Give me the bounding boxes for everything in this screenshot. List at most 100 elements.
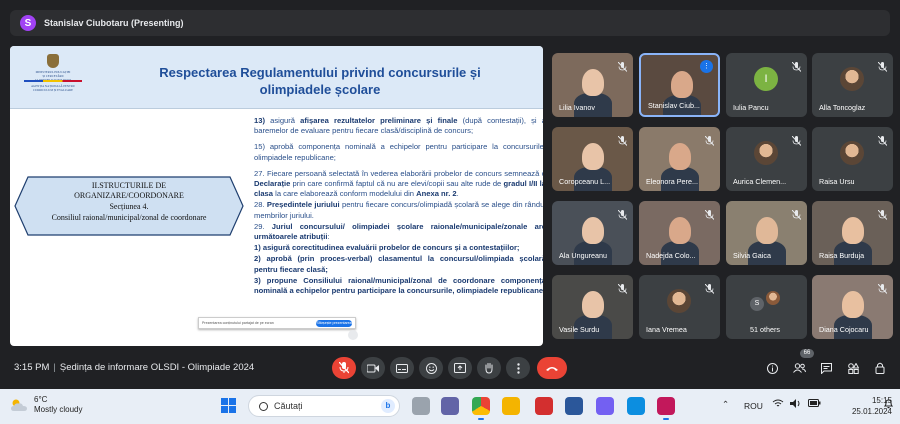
participant-tile[interactable]: Aurica Clemen... [726, 127, 807, 191]
people-button[interactable] [791, 360, 807, 376]
participant-tile[interactable]: Eleonora Pere... [639, 127, 720, 191]
shared-slide: MINISTERUL EDUCAȚIEI ȘI CERCETĂRII AL RE… [10, 46, 543, 346]
mic-off-icon [791, 207, 802, 220]
reactions-button[interactable] [419, 357, 443, 379]
participant-name: Iulia Pancu [733, 103, 769, 112]
meeting-title: Ședința de informare OLSDI - Olimpiade 2… [59, 362, 255, 373]
cloud-sun-icon [11, 399, 27, 411]
leave-call-button[interactable] [537, 357, 567, 379]
mic-off-icon [877, 133, 888, 146]
captions-icon [396, 363, 408, 373]
participant-tile[interactable]: Lilia Ivanov [552, 53, 633, 117]
viber-icon[interactable] [596, 397, 614, 415]
windows-start-icon[interactable] [221, 398, 237, 414]
search-placeholder: Căutați [274, 401, 303, 411]
participant-tile[interactable]: Coropceanu L... [552, 127, 633, 191]
weather-temp: 6°C [34, 395, 48, 404]
participant-video [669, 143, 691, 170]
participant-tile[interactable]: Stanislav Ciub... ⋮ [639, 53, 720, 117]
participant-name: Alla Toncoglaz [819, 103, 866, 112]
section-box-line: Secțiunea 4. [109, 202, 149, 211]
more-options-button[interactable] [506, 357, 530, 379]
participant-tile[interactable]: Diana Cojocaru [812, 275, 893, 339]
end-call-icon [546, 366, 558, 371]
stop-presenting-button[interactable]: Sfârșește prezentarea [316, 320, 352, 327]
mic-off-icon [704, 133, 715, 146]
present-screen-icon [454, 363, 466, 373]
taskbar-clock[interactable]: 15:15 25.01.2024 [832, 395, 892, 417]
paragraph-29-1: 1) asigură corectitudinea evaluării prob… [254, 243, 520, 253]
camera-toggle-button[interactable] [361, 357, 385, 379]
participant-tile[interactable]: Vasile Surdu [552, 275, 633, 339]
edge-icon[interactable] [627, 397, 645, 415]
clock-date: 25.01.2024 [851, 407, 892, 416]
word-icon[interactable] [565, 397, 583, 415]
teams-chat-icon[interactable] [441, 397, 459, 415]
mic-off-icon [877, 281, 888, 294]
taskbar-search-box[interactable]: Căutați b [248, 395, 400, 417]
participant-tile[interactable]: Raisa Burduja [812, 201, 893, 265]
participant-tile[interactable]: Nadejda Colo... [639, 201, 720, 265]
mic-off-icon [877, 59, 888, 72]
participant-name: Aurica Clemen... [733, 177, 787, 186]
participant-name: Vasile Surdu [559, 325, 600, 334]
present-now-button[interactable] [448, 357, 472, 379]
battery-icon[interactable] [808, 399, 821, 409]
participant-tile[interactable]: Silvia Gaica [726, 201, 807, 265]
participant-avatar [667, 289, 691, 313]
language-indicator[interactable]: ROU [744, 401, 763, 411]
mic-off-icon [617, 133, 628, 146]
flag-stripe [24, 80, 82, 82]
participant-tile[interactable]: S 51 others [726, 275, 807, 339]
participant-tile[interactable]: Ala Ungureanu [552, 201, 633, 265]
cursor-chip [348, 330, 358, 340]
show-hidden-icons-chevron-icon[interactable]: ⌃ [722, 399, 729, 410]
paragraph-29-3: 3) propune Consiliului raional/municipal… [254, 275, 543, 296]
participant-name: Raisa Burduja [819, 251, 865, 260]
task-view-icon[interactable] [412, 397, 430, 415]
participant-tile[interactable]: I Iulia Pancu [726, 53, 807, 117]
speaking-indicator-icon: ⋮ [700, 60, 713, 73]
chrome-icon[interactable] [472, 397, 490, 420]
chat-icon [820, 362, 832, 374]
paragraph-29: 29. Juriul concursului/ olimpiadei școla… [254, 221, 543, 242]
section-box-line: ORGANIZARE/COORDONARE [74, 191, 184, 200]
volume-icon[interactable] [790, 399, 802, 410]
participant-tile[interactable]: Raisa Ursu [812, 127, 893, 191]
notifications-bell-icon[interactable] [883, 399, 894, 411]
slide-title-line: olimpiadele școlare [259, 82, 381, 97]
mic-off-icon [791, 59, 802, 72]
participant-tile[interactable]: Iana Vremea [639, 275, 720, 339]
paragraph-13: 13) asigură afișarea rezultatelor prelim… [254, 116, 543, 136]
activities-button[interactable] [845, 360, 861, 376]
chat-button[interactable] [818, 360, 834, 376]
paragraph-27: 27. Fiecare persoană selectată în vedere… [254, 168, 543, 199]
raise-hand-button[interactable] [477, 357, 501, 379]
mic-off-icon [704, 281, 715, 294]
participant-name: 51 others [750, 325, 780, 334]
participant-video [669, 217, 691, 244]
bing-icon: b [381, 399, 395, 413]
participant-avatar [840, 67, 864, 91]
shapes-icon [847, 362, 859, 374]
participant-name: Nadejda Colo... [646, 251, 696, 260]
wifi-icon[interactable] [772, 399, 784, 410]
acrobat-icon[interactable] [535, 397, 553, 415]
mic-off-icon [617, 59, 628, 72]
host-controls-button[interactable] [872, 360, 888, 376]
logo-line: CURRICULUM ȘI EVALUARE [33, 88, 73, 92]
meeting-details-button[interactable] [764, 360, 780, 376]
participant-tile[interactable]: Alla Toncoglaz [812, 53, 893, 117]
snipping-tool-icon[interactable] [657, 397, 675, 420]
screen: S Stanislav Ciubotaru (Presenting) MINIS… [0, 0, 900, 424]
others-avatar: S [750, 297, 764, 311]
weather-widget[interactable]: 6°C Mostly cloudy [10, 395, 82, 415]
section-box-line: II.STRUCTURILE DE [91, 181, 167, 190]
captions-button[interactable] [390, 357, 414, 379]
file-explorer-icon[interactable] [502, 397, 520, 415]
mic-off-icon [339, 362, 349, 374]
search-icon [259, 401, 268, 411]
mic-toggle-button[interactable] [332, 357, 356, 379]
ministry-logo: MINISTERUL EDUCAȚIEI ȘI CERCETĂRII AL RE… [18, 54, 88, 100]
paragraph-29-2: 2) aprobă (prin proces-verbal) clasament… [254, 254, 543, 274]
